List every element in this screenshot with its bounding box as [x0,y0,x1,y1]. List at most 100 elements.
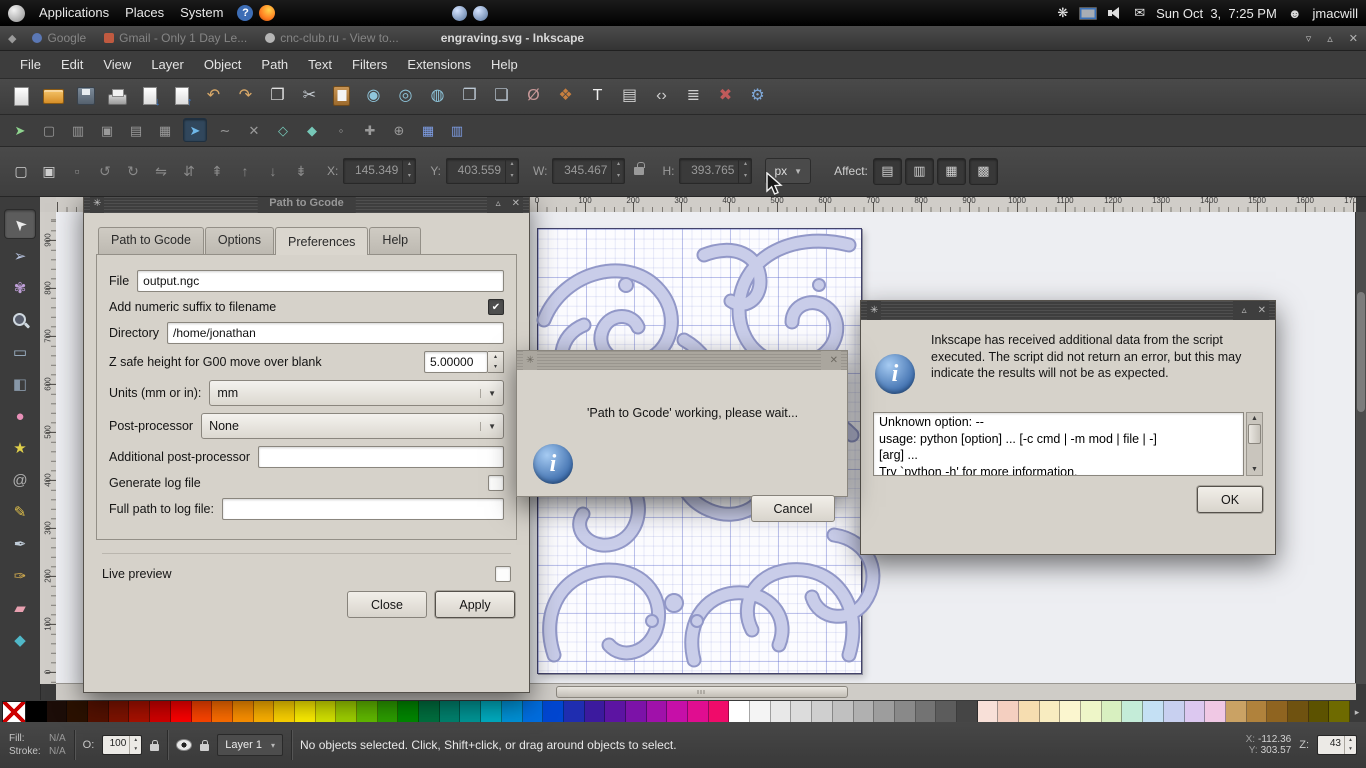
raise-icon[interactable]: ↑ [233,159,257,183]
select-all-layers-icon[interactable]: ▣ [37,159,61,183]
palette-swatch[interactable] [1039,701,1061,723]
palette-swatch[interactable] [274,701,295,723]
palette-swatch[interactable] [998,701,1019,723]
lower-icon[interactable]: ↓ [261,159,285,183]
menu-item[interactable]: Object [194,53,252,76]
palette-swatch[interactable] [1267,701,1288,723]
snap-bbox-midpoint-icon[interactable]: ▤ [125,119,147,141]
palette-swatch[interactable] [232,701,254,723]
box3d-tool[interactable]: ◧ [5,370,35,398]
menu-item[interactable]: Extensions [397,53,481,76]
open-document-icon[interactable] [40,83,67,110]
browser-icon[interactable] [259,5,276,21]
numeric-suffix-checkbox[interactable] [488,299,504,315]
spin-buttons[interactable]: ▴ ▾ [402,159,415,183]
height-field[interactable]: 393.765 ▴ ▾ [679,158,753,184]
script-output-box[interactable]: Unknown option: -- usage: python [option]… [873,412,1244,476]
palette-swatch[interactable] [729,701,751,723]
snap-node-smooth-icon[interactable]: ◆ [301,119,323,141]
palette-swatch[interactable] [791,701,813,723]
palette-swatch[interactable] [88,701,109,723]
pen-tool[interactable]: ✒ [5,530,35,558]
live-preview-checkbox[interactable] [495,566,511,582]
palette-swatch[interactable] [1184,701,1206,723]
minimize-button[interactable]: ▿ [1306,32,1312,45]
deselect-icon[interactable]: ▫ [65,159,89,183]
z-safe-input[interactable] [424,351,488,373]
generate-log-checkbox[interactable] [488,475,504,491]
scroll-down-icon[interactable]: ▼ [1247,464,1262,475]
palette-swatch[interactable] [336,701,357,723]
palette-swatch[interactable] [357,701,378,723]
scrollbar-thumb[interactable] [1357,292,1365,412]
lower-to-bottom-icon[interactable]: ⇟ [289,159,313,183]
copy-icon[interactable]: ❐ [264,83,291,110]
z-safe-spinbox[interactable]: ▴▾ [424,351,504,373]
palette-swatch[interactable] [832,701,854,723]
palette-swatch[interactable] [977,701,999,723]
spin-buttons[interactable]: ▴ ▾ [505,159,518,183]
close-button[interactable]: Close [347,591,427,618]
palette-swatch[interactable] [46,701,68,723]
fill-stroke-icon[interactable]: ❖ [552,83,579,110]
file-input[interactable] [137,270,504,292]
new-document-icon[interactable] [8,83,35,110]
dialog-tab[interactable]: Help [369,227,422,254]
palette-swatch[interactable] [1205,701,1226,723]
ellipse-tool[interactable]: ● [5,402,35,430]
xml-editor-icon[interactable]: ‹› [648,83,675,110]
no-color-swatch[interactable] [2,701,26,723]
palette-swatch[interactable] [460,701,482,723]
close-button[interactable]: ✕ [1258,301,1266,320]
palette-swatch[interactable] [646,701,668,723]
snap-enable-icon[interactable]: ➤ [9,119,31,141]
distro-logo-icon[interactable] [8,4,25,22]
spin-buttons[interactable]: ▴ ▾ [611,159,624,183]
text-dialog-icon[interactable]: T [584,83,611,110]
palette-swatch[interactable] [1060,701,1082,723]
snap-nodes-icon[interactable]: ➤ [183,118,207,142]
log-path-input[interactable] [221,498,504,520]
layer-dropdown[interactable]: Layer 1 ▾ [217,734,284,756]
palette-swatch[interactable] [1101,701,1123,723]
paste-icon[interactable] [328,83,355,110]
rotate-cw-icon[interactable]: ↻ [121,159,145,183]
palette-swatch[interactable] [667,701,688,723]
snap-bbox-edge-icon[interactable]: ▥ [67,119,89,141]
snap-midpoint-icon[interactable]: ◦ [330,119,352,141]
applet-icon[interactable] [452,5,467,21]
palette-swatch[interactable] [170,701,192,723]
import-icon[interactable] [136,83,163,110]
preferences-icon[interactable]: ✖ [712,83,739,110]
additional-postprocessor-input[interactable] [258,446,504,468]
apply-button[interactable]: Apply [435,591,515,618]
spin-buttons[interactable]: ▴ ▾ [129,736,141,754]
clone-icon[interactable]: ❏ [488,83,515,110]
cancel-button[interactable]: Cancel [751,495,835,522]
palette-swatch[interactable] [605,701,626,723]
selector-tool[interactable]: ➤ [5,210,35,238]
palette-swatch[interactable] [543,701,564,723]
shade-button[interactable]: ▵ [1242,301,1247,320]
background-window-title[interactable]: Gmail - Only 1 Day Le... [104,31,247,45]
lock-icon[interactable] [150,739,160,751]
rotate-ccw-icon[interactable]: ↺ [93,159,117,183]
palette-swatch[interactable] [398,701,420,723]
snap-node-cusp-icon[interactable]: ◇ [272,119,294,141]
scrollbar-thumb[interactable] [1248,424,1261,444]
menu-item[interactable]: Layer [141,53,194,76]
paint-bucket-tool[interactable]: ◆ [5,626,35,654]
calligraphy-tool[interactable]: ✑ [5,562,35,590]
duplicate-icon[interactable]: ❐ [456,83,483,110]
tweak-tool[interactable]: ✾ [5,274,35,302]
eraser-tool[interactable]: ▰ [5,594,35,622]
units-combobox[interactable]: mm ▼ [209,380,504,406]
palette-swatch[interactable] [853,701,875,723]
fill-stroke-indicator[interactable]: Fill: N/A Stroke: N/A [9,733,66,757]
layer-lock-icon[interactable] [200,739,210,751]
flip-horizontal-icon[interactable]: ⇋ [149,159,173,183]
ok-button[interactable]: OK [1197,486,1263,513]
palette-swatch[interactable] [874,701,895,723]
dialog-tab[interactable]: Preferences [275,227,369,255]
panel-menu[interactable]: Applications [31,0,117,26]
